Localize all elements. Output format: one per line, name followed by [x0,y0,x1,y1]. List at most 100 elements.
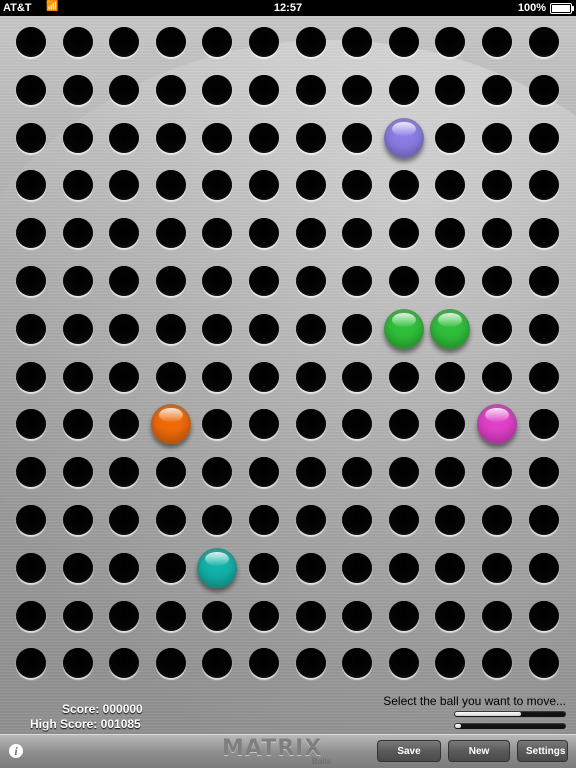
board-hole[interactable] [155,361,186,392]
board-hole[interactable] [295,313,326,344]
board-hole[interactable] [295,218,326,249]
green-ball[interactable] [383,308,424,349]
board-hole[interactable] [528,600,559,631]
board-hole[interactable] [295,648,326,679]
board-hole[interactable] [202,600,233,631]
board-hole[interactable] [155,27,186,57]
board-hole[interactable] [295,600,326,631]
board-hole[interactable] [249,505,279,535]
board-hole[interactable] [249,552,279,583]
board-hole[interactable] [62,266,93,296]
new-game-button[interactable]: New Game [448,740,510,762]
board-hole[interactable] [155,552,186,583]
board-hole[interactable] [528,313,559,344]
board-hole[interactable] [62,409,93,440]
board-hole[interactable] [16,600,46,631]
board-hole[interactable] [16,74,46,105]
board-hole[interactable] [295,361,326,392]
board-hole[interactable] [388,409,419,440]
green-ball[interactable] [430,308,471,349]
board-hole[interactable] [435,361,466,392]
board-hole[interactable] [482,27,512,57]
board-hole[interactable] [528,648,559,679]
board-hole[interactable] [295,27,326,57]
board-hole[interactable] [249,266,279,296]
board-hole[interactable] [295,457,326,488]
board-hole[interactable] [342,600,373,631]
board-hole[interactable] [16,552,46,583]
board-hole[interactable] [249,74,279,105]
board-hole[interactable] [528,505,559,535]
board-hole[interactable] [62,552,93,583]
board-hole[interactable] [482,361,512,392]
board-hole[interactable] [388,600,419,631]
board-hole[interactable] [482,74,512,105]
board-hole[interactable] [109,505,140,535]
board-hole[interactable] [528,457,559,488]
board-hole[interactable] [482,457,512,488]
board-hole[interactable] [249,361,279,392]
board-hole[interactable] [482,122,512,153]
board-hole[interactable] [62,74,93,105]
board-hole[interactable] [109,27,140,57]
info-icon[interactable]: i [9,744,23,758]
board-hole[interactable] [342,313,373,344]
board-hole[interactable] [155,74,186,105]
board-hole[interactable] [342,122,373,153]
board-hole[interactable] [295,74,326,105]
board-hole[interactable] [388,27,419,57]
board-hole[interactable] [62,122,93,153]
board-hole[interactable] [295,122,326,153]
board-hole[interactable] [62,600,93,631]
board-hole[interactable] [342,505,373,535]
board-hole[interactable] [388,552,419,583]
board-hole[interactable] [62,505,93,535]
board-hole[interactable] [342,361,373,392]
board-hole[interactable] [16,313,46,344]
board-hole[interactable] [16,266,46,296]
board-hole[interactable] [109,600,140,631]
board-hole[interactable] [528,266,559,296]
teal-ball[interactable] [197,547,238,588]
board-hole[interactable] [202,313,233,344]
board-hole[interactable] [295,409,326,440]
board-hole[interactable] [295,552,326,583]
orange-ball[interactable] [150,404,191,445]
board-hole[interactable] [202,361,233,392]
board-hole[interactable] [435,122,466,153]
board-hole[interactable] [155,122,186,153]
board-hole[interactable] [435,74,466,105]
settings-button[interactable]: Settings [517,740,568,762]
board-hole[interactable] [109,74,140,105]
board-hole[interactable] [388,361,419,392]
board-hole[interactable] [202,122,233,153]
board-hole[interactable] [62,648,93,679]
board-hole[interactable] [528,218,559,249]
board-hole[interactable] [528,552,559,583]
board-hole[interactable] [62,361,93,392]
board-hole[interactable] [155,218,186,249]
board-hole[interactable] [388,170,419,201]
board-hole[interactable] [16,361,46,392]
board-hole[interactable] [109,122,140,153]
board-hole[interactable] [16,27,46,57]
board-hole[interactable] [16,505,46,535]
board-hole[interactable] [249,27,279,57]
board-hole[interactable] [435,600,466,631]
board-hole[interactable] [388,218,419,249]
board-hole[interactable] [435,552,466,583]
violet-ball[interactable] [383,117,424,158]
board-hole[interactable] [528,361,559,392]
board-hole[interactable] [16,218,46,249]
board-hole[interactable] [482,266,512,296]
board-hole[interactable] [388,505,419,535]
board-hole[interactable] [155,600,186,631]
board-hole[interactable] [155,457,186,488]
board-hole[interactable] [388,648,419,679]
save-game-button[interactable]: Save Game [377,740,441,762]
board-hole[interactable] [295,266,326,296]
board-hole[interactable] [528,170,559,201]
board-hole[interactable] [482,505,512,535]
board-hole[interactable] [155,648,186,679]
board-hole[interactable] [155,313,186,344]
